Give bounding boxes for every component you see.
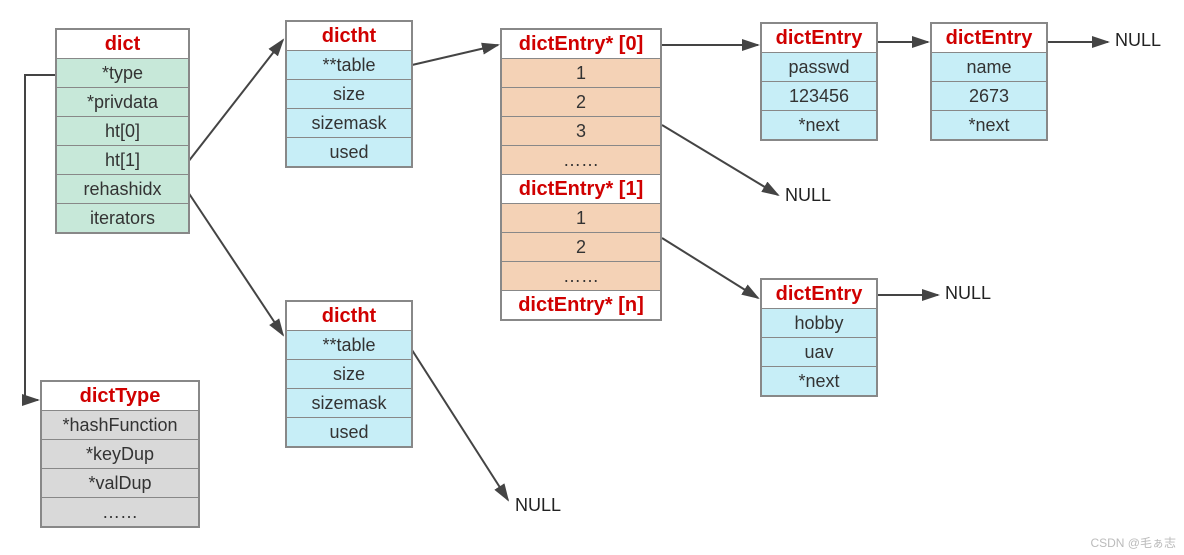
struct-dictentry-name: dictEntry name 2673 *next	[930, 22, 1048, 141]
field-privdata: *privdata	[57, 88, 188, 117]
struct-dicttype: dictType *hashFunction *keyDup *valDup ……	[40, 380, 200, 528]
entry1-next: *next	[932, 111, 1046, 139]
struct-dicttype-title: dictType	[42, 382, 198, 411]
field-ellipsis: ……	[42, 498, 198, 526]
table-header-1: dictEntry* [1]	[502, 175, 660, 204]
struct-dict-title: dict	[57, 30, 188, 59]
struct-table-array: dictEntry* [0] 1 2 3 …… dictEntry* [1] 1…	[500, 28, 662, 321]
table-slot: 1	[502, 204, 660, 233]
field-sizemask0: sizemask	[287, 109, 411, 138]
diagram-canvas: dict *type *privdata ht[0] ht[1] rehashi…	[0, 0, 1184, 555]
struct-dictentry-hobby: dictEntry hobby uav *next	[760, 278, 878, 397]
struct-dictht-0: dictht **table size sizemask used	[285, 20, 413, 168]
table-slot: 1	[502, 59, 660, 88]
entry2-title: dictEntry	[762, 280, 876, 309]
entry1-key: name	[932, 53, 1046, 82]
field-hashfunction: *hashFunction	[42, 411, 198, 440]
struct-dictht-1: dictht **table size sizemask used	[285, 300, 413, 448]
watermark: CSDN @毛ぁ志	[1090, 534, 1176, 551]
null-label: NULL	[785, 185, 831, 206]
field-size1: size	[287, 360, 411, 389]
struct-dictentry-passwd: dictEntry passwd 123456 *next	[760, 22, 878, 141]
table-slot: ……	[502, 262, 660, 291]
table-slot: 3	[502, 117, 660, 146]
field-sizemask1: sizemask	[287, 389, 411, 418]
field-table1: **table	[287, 331, 411, 360]
null-label: NULL	[1115, 30, 1161, 51]
field-iterators: iterators	[57, 204, 188, 232]
field-ht1: ht[1]	[57, 146, 188, 175]
field-keydup: *keyDup	[42, 440, 198, 469]
entry0-next: *next	[762, 111, 876, 139]
null-label: NULL	[945, 283, 991, 304]
field-size0: size	[287, 80, 411, 109]
field-rehashidx: rehashidx	[57, 175, 188, 204]
entry2-key: hobby	[762, 309, 876, 338]
entry2-val: uav	[762, 338, 876, 367]
table-header-n: dictEntry* [n]	[502, 291, 660, 319]
field-valdup: *valDup	[42, 469, 198, 498]
field-type: *type	[57, 59, 188, 88]
entry2-next: *next	[762, 367, 876, 395]
table-header-0: dictEntry* [0]	[502, 30, 660, 59]
table-slot: 2	[502, 233, 660, 262]
field-ht0: ht[0]	[57, 117, 188, 146]
entry1-val: 2673	[932, 82, 1046, 111]
struct-dictht0-title: dictht	[287, 22, 411, 51]
entry0-title: dictEntry	[762, 24, 876, 53]
entry1-title: dictEntry	[932, 24, 1046, 53]
struct-dictht1-title: dictht	[287, 302, 411, 331]
entry0-val: 123456	[762, 82, 876, 111]
field-used0: used	[287, 138, 411, 166]
entry0-key: passwd	[762, 53, 876, 82]
table-slot: 2	[502, 88, 660, 117]
table-slot: ……	[502, 146, 660, 175]
null-label: NULL	[515, 495, 561, 516]
field-used1: used	[287, 418, 411, 446]
field-table0: **table	[287, 51, 411, 80]
struct-dict: dict *type *privdata ht[0] ht[1] rehashi…	[55, 28, 190, 234]
